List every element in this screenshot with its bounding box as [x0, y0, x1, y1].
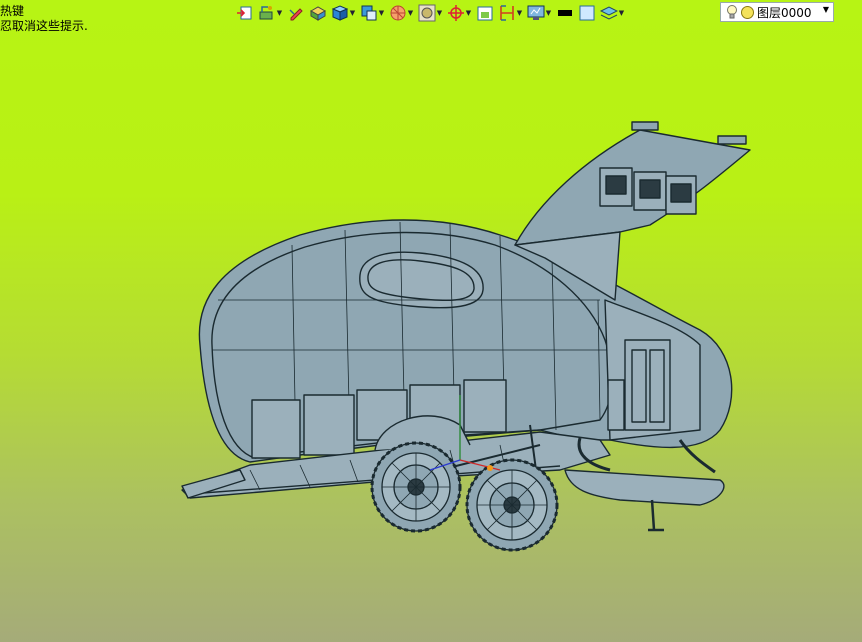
wheel-rear	[465, 458, 559, 552]
wheel-front	[370, 441, 462, 533]
trailer-3d-model[interactable]	[0, 0, 862, 642]
